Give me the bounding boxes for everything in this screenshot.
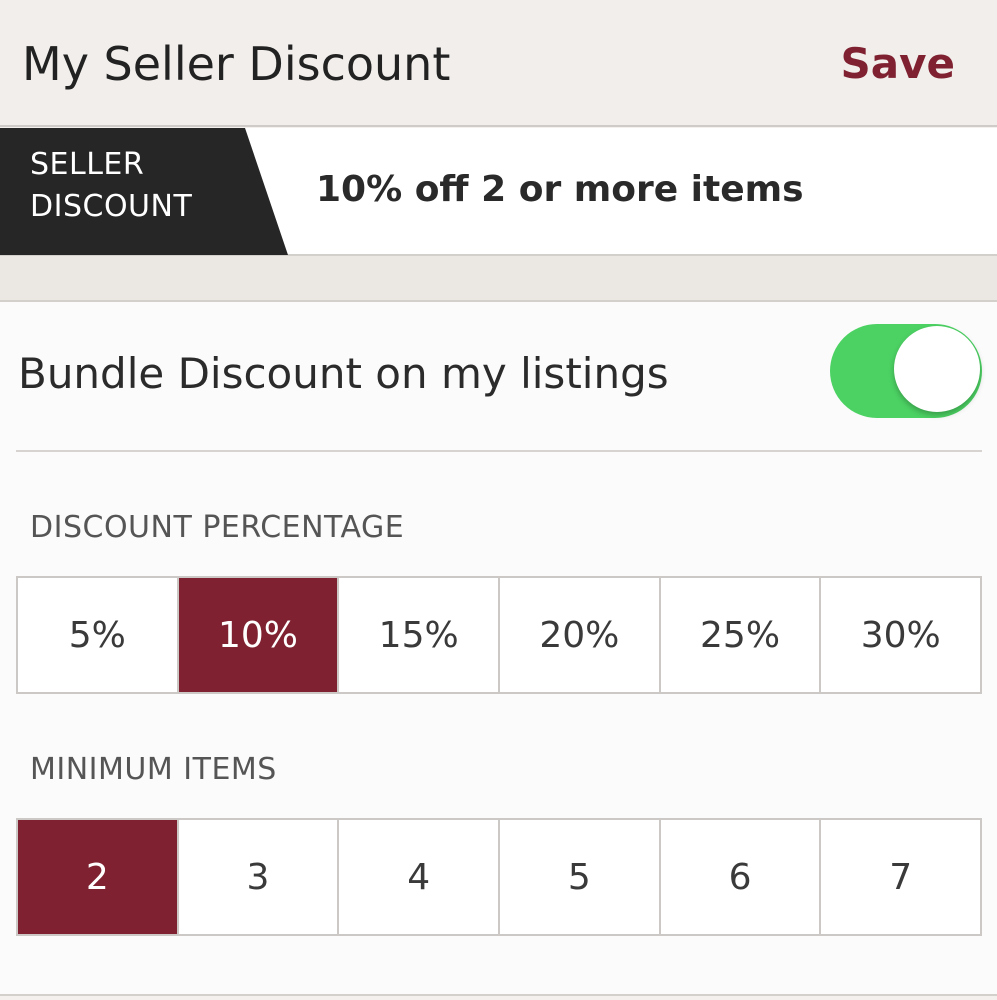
minimum-items-option-4[interactable]: 4: [337, 820, 498, 934]
page-title: My Seller Discount: [22, 37, 451, 91]
minimum-items-option-6[interactable]: 6: [658, 820, 820, 934]
discount-option-25[interactable]: 25%: [658, 578, 820, 692]
discount-option-5[interactable]: 5%: [18, 578, 177, 692]
minimum-items-selector: 2 3 4 5 6 7: [16, 818, 982, 936]
discount-option-30[interactable]: 30%: [819, 578, 980, 692]
seller-discount-banner: SELLER DISCOUNT 10% off 2 or more items: [0, 128, 997, 256]
discount-settings-panel: Bundle Discount on my listings DISCOUNT …: [0, 302, 997, 996]
toggle-knob: [894, 326, 980, 412]
discount-option-10[interactable]: 10%: [176, 578, 338, 692]
divider: [16, 450, 982, 452]
discount-summary: 10% off 2 or more items: [316, 169, 804, 210]
discount-option-20[interactable]: 20%: [498, 578, 659, 692]
minimum-items-option-3[interactable]: 3: [176, 820, 338, 934]
minimum-items-option-2[interactable]: 2: [18, 820, 177, 934]
discount-percentage-selector: 5% 10% 15% 20% 25% 30%: [16, 576, 982, 694]
discount-option-15[interactable]: 15%: [337, 578, 498, 692]
section-separator: [0, 256, 997, 302]
discount-percentage-label: DISCOUNT PERCENTAGE: [30, 510, 405, 545]
minimum-items-option-7[interactable]: 7: [819, 820, 980, 934]
minimum-items-option-5[interactable]: 5: [498, 820, 659, 934]
bundle-discount-label: Bundle Discount on my listings: [18, 349, 669, 398]
minimum-items-label: MINIMUM ITEMS: [30, 752, 277, 787]
save-button[interactable]: Save: [841, 34, 955, 94]
app-header: My Seller Discount Save: [0, 0, 997, 127]
seller-discount-tag-label: SELLER DISCOUNT: [30, 147, 193, 224]
bundle-discount-toggle[interactable]: [830, 324, 982, 418]
